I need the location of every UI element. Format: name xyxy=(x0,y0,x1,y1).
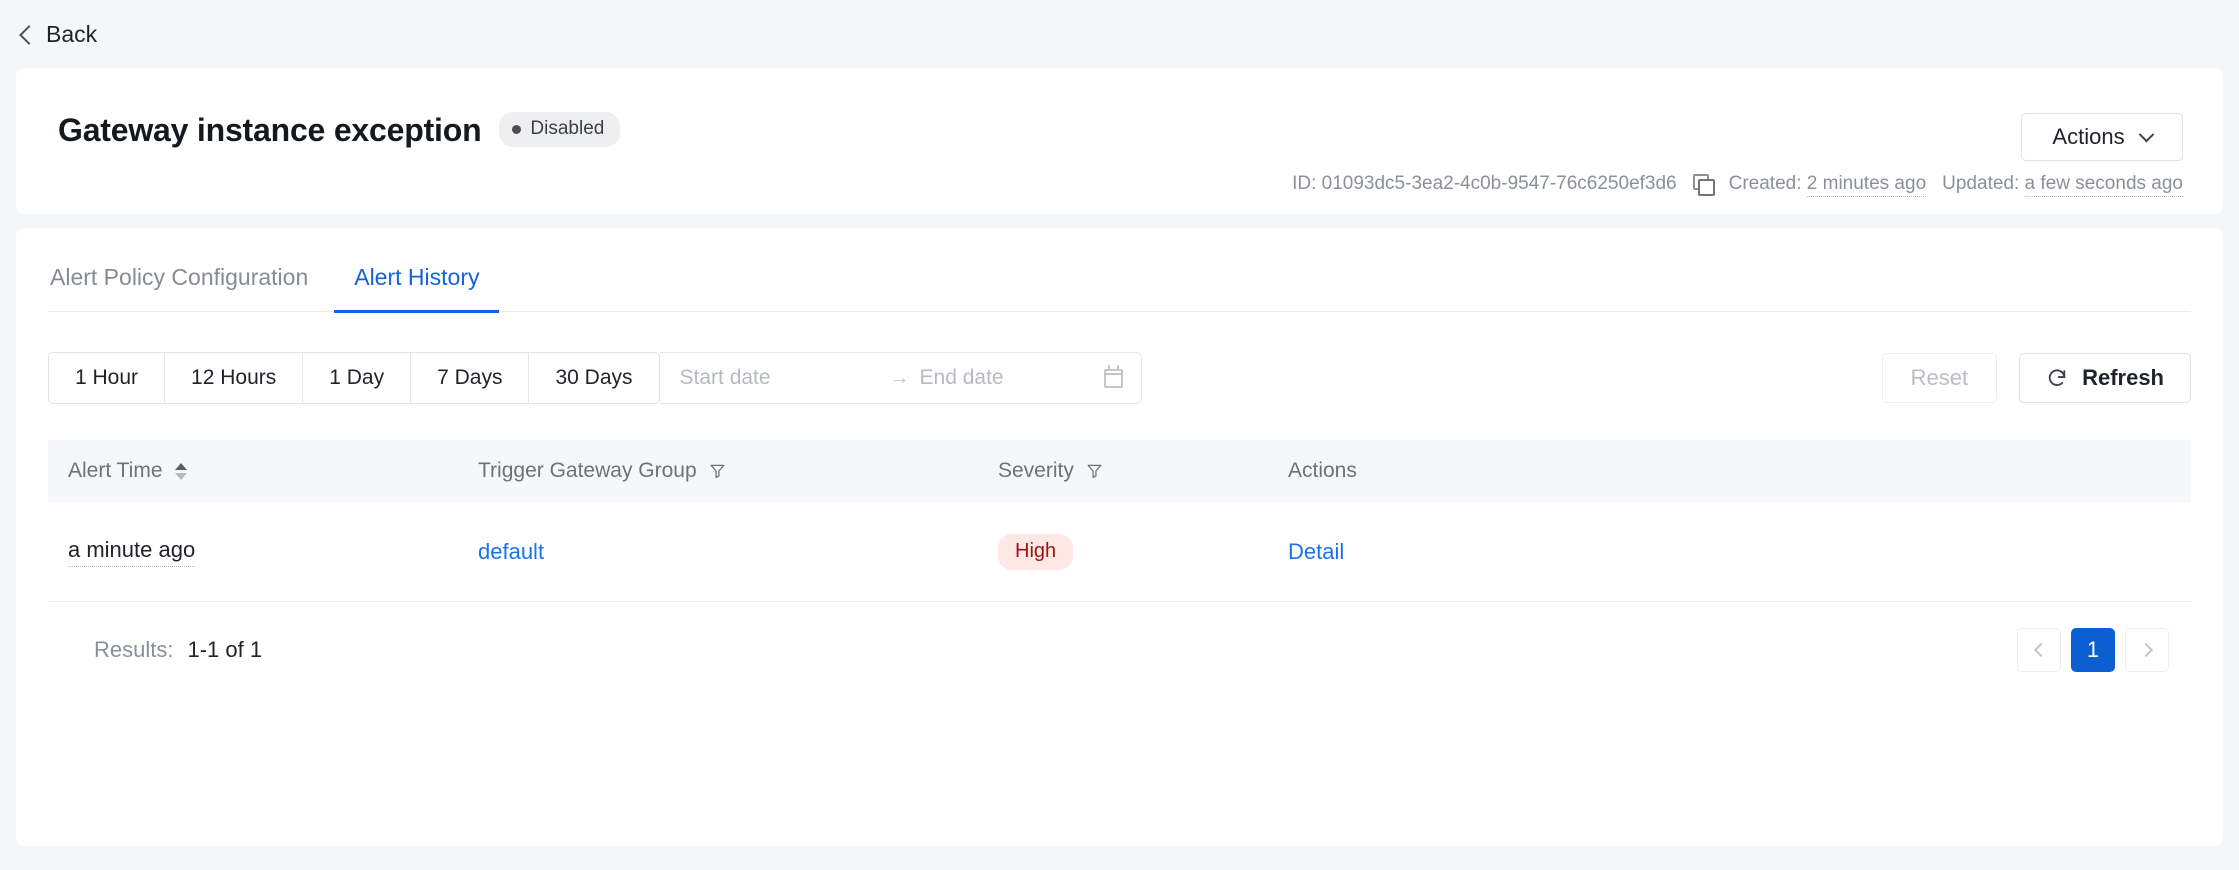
instance-id: ID: 01093dc5-3ea2-4c0b-9547-76c6250ef3d6 xyxy=(1292,173,1677,195)
copy-icon[interactable] xyxy=(1692,174,1715,196)
title-row: Gateway instance exception Disabled xyxy=(58,68,2181,147)
refresh-button[interactable]: Refresh xyxy=(2019,353,2191,403)
sort-icon[interactable] xyxy=(174,462,187,480)
page-title: Gateway instance exception xyxy=(58,111,482,148)
filter-bar: 1 Hour 12 Hours 1 Day 7 Days 30 Days Sta… xyxy=(48,352,2191,404)
refresh-button-label: Refresh xyxy=(2082,365,2164,390)
cell-actions: Detail xyxy=(1288,539,2191,565)
pagination-page-1[interactable]: 1 xyxy=(2071,628,2115,672)
created-label: Created: xyxy=(1728,173,1802,194)
metadata-row: ID: 01093dc5-3ea2-4c0b-9547-76c6250ef3d6… xyxy=(1292,173,2183,197)
cell-severity: High xyxy=(998,533,1288,570)
column-header-severity: Severity xyxy=(998,459,1288,483)
alert-history-table: Alert Time Trigger Gateway Group Severit… xyxy=(48,440,2191,698)
status-badge-label: Disabled xyxy=(530,118,605,139)
status-badge: Disabled xyxy=(499,112,621,147)
column-header-alert-time-label: Alert Time xyxy=(68,459,163,482)
start-date-input[interactable]: Start date xyxy=(680,366,890,390)
back-button[interactable]: Back xyxy=(19,20,98,47)
back-button-label: Back xyxy=(46,20,98,47)
filter-icon[interactable] xyxy=(1086,462,1103,480)
chevron-down-icon xyxy=(2138,126,2154,142)
severity-badge: High xyxy=(998,533,1074,570)
created-value: 2 minutes ago xyxy=(1806,173,1927,197)
tab-alert-policy-configuration[interactable]: Alert Policy Configuration xyxy=(48,264,310,311)
chevron-right-icon xyxy=(2138,642,2153,658)
tab-alert-history[interactable]: Alert History xyxy=(334,264,500,313)
results-label: Results: xyxy=(94,637,174,662)
chevron-left-icon xyxy=(19,24,39,45)
column-header-trigger-gateway-group: Trigger Gateway Group xyxy=(478,459,998,483)
cell-alert-time: a minute ago xyxy=(48,537,478,567)
pagination: 1 xyxy=(2017,628,2169,672)
time-range-12-hours[interactable]: 12 Hours xyxy=(165,353,304,403)
column-header-trigger-gateway-group-label: Trigger Gateway Group xyxy=(478,459,697,482)
status-dot-icon xyxy=(512,124,522,134)
time-range-1-day[interactable]: 1 Day xyxy=(303,353,412,403)
column-header-actions-label: Actions xyxy=(1288,459,1357,482)
back-bar: Back xyxy=(0,0,2239,68)
date-range-picker[interactable]: Start date → End date xyxy=(659,352,1142,404)
tab-bar: Alert Policy Configuration Alert History xyxy=(48,228,2191,313)
column-header-alert-time[interactable]: Alert Time xyxy=(48,459,478,483)
time-range-1-hour[interactable]: 1 Hour xyxy=(49,353,166,403)
table-footer: Results: 1-1 of 1 1 xyxy=(48,602,2191,698)
updated-label: Updated: xyxy=(1942,173,2020,194)
updated-value: a few seconds ago xyxy=(2024,173,2183,197)
time-range-30-days[interactable]: 30 Days xyxy=(529,353,659,403)
filter-icon[interactable] xyxy=(709,462,726,480)
results-value: 1-1 of 1 xyxy=(187,637,263,662)
table-row: a minute ago default High Detail xyxy=(48,502,2191,602)
date-range-arrow-icon: → xyxy=(889,366,910,389)
instance-id-label: ID: xyxy=(1292,173,1317,194)
header-card: Gateway instance exception Disabled Acti… xyxy=(16,68,2223,214)
table-header-row: Alert Time Trigger Gateway Group Severit… xyxy=(48,440,2191,502)
pagination-next-button[interactable] xyxy=(2125,628,2169,672)
column-header-severity-label: Severity xyxy=(998,459,1074,482)
reset-button[interactable]: Reset xyxy=(1881,353,1998,403)
actions-button-label: Actions xyxy=(2052,124,2125,149)
refresh-icon xyxy=(2048,369,2066,386)
calendar-icon[interactable] xyxy=(1103,364,1123,388)
column-header-actions: Actions xyxy=(1288,459,2191,483)
instance-id-value: 01093dc5-3ea2-4c0b-9547-76c6250ef3d6 xyxy=(1321,173,1677,194)
alert-detail-page: Back Gateway instance exception Disabled… xyxy=(0,0,2239,870)
trigger-gateway-group-link[interactable]: default xyxy=(478,539,544,565)
detail-link[interactable]: Detail xyxy=(1288,539,1344,565)
time-range-segmented-control: 1 Hour 12 Hours 1 Day 7 Days 30 Days xyxy=(48,352,660,404)
updated-meta: Updated: a few seconds ago xyxy=(1942,173,2183,197)
cell-trigger-gateway-group: default xyxy=(478,539,998,565)
time-range-7-days[interactable]: 7 Days xyxy=(411,353,530,403)
end-date-input[interactable]: End date xyxy=(920,366,1104,390)
actions-button[interactable]: Actions xyxy=(2021,113,2183,161)
main-card: Alert Policy Configuration Alert History… xyxy=(16,228,2223,846)
pagination-prev-button[interactable] xyxy=(2017,628,2061,672)
alert-time-value: a minute ago xyxy=(68,537,196,567)
created-meta: Created: 2 minutes ago xyxy=(1728,173,1927,197)
chevron-left-icon xyxy=(2033,642,2048,658)
